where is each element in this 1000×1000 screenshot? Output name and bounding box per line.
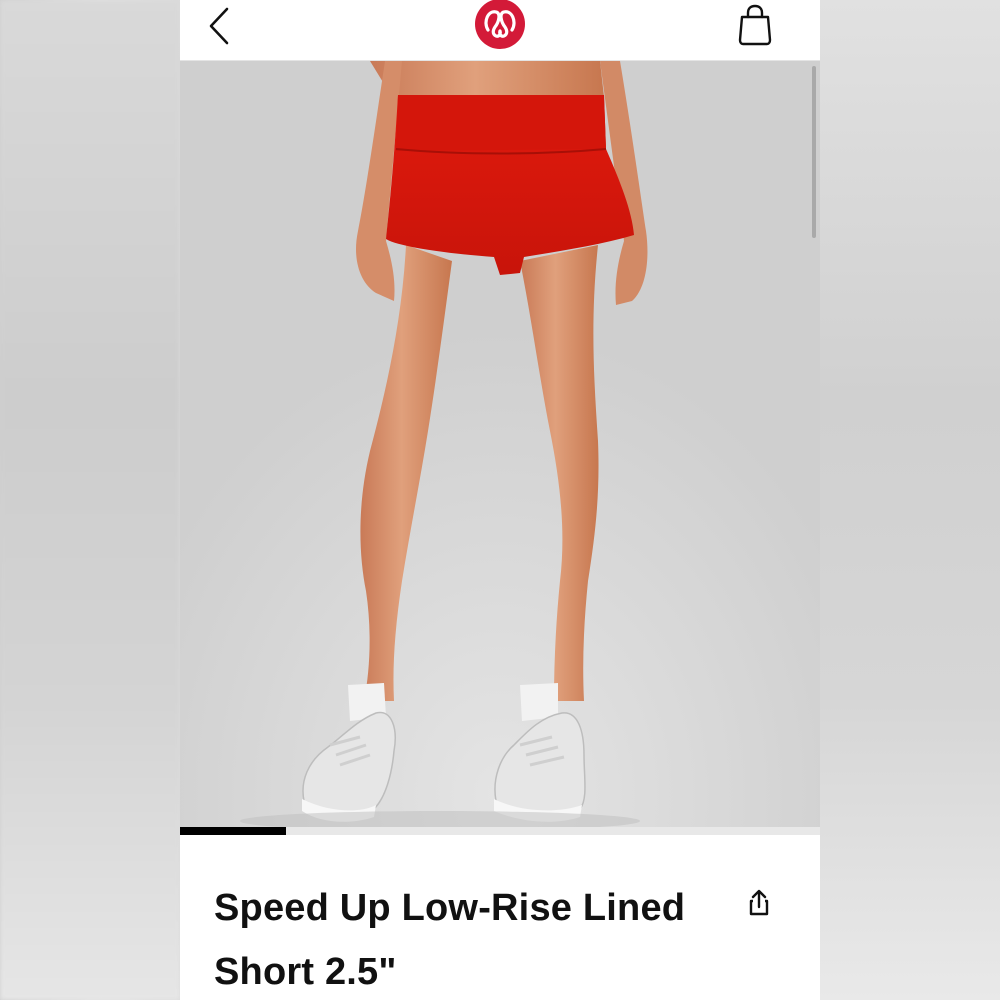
product-info: Speed Up Low-Rise Lined Short 2.5" <box>180 836 820 1000</box>
product-image[interactable] <box>180 61 820 833</box>
carousel-progress-track <box>180 827 820 835</box>
chevron-left-icon <box>209 7 229 45</box>
blurred-background-left <box>0 0 180 1000</box>
lululemon-logo-icon[interactable] <box>474 0 526 52</box>
carousel-progress-indicator <box>180 827 287 835</box>
shopping-bag-icon <box>738 4 772 46</box>
product-photo <box>180 61 820 833</box>
scrollbar[interactable] <box>812 66 816 238</box>
product-title: Speed Up Low-Rise Lined Short 2.5" <box>214 887 686 993</box>
shopping-bag-button[interactable] <box>732 2 778 48</box>
share-button[interactable] <box>742 886 776 920</box>
product-page: Speed Up Low-Rise Lined Short 2.5" <box>180 0 820 1000</box>
share-icon <box>749 889 769 916</box>
top-navigation-bar <box>180 0 820 61</box>
back-button[interactable] <box>198 4 242 48</box>
blurred-background-right <box>820 0 1000 1000</box>
screenshot-frame: Speed Up Low-Rise Lined Short 2.5" <box>0 0 1000 1000</box>
